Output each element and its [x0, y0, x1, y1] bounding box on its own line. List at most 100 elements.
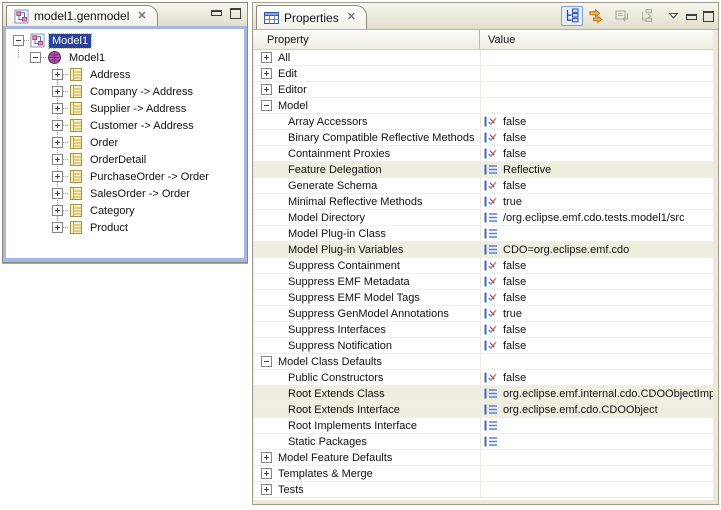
tree-item-label[interactable]: Model1: [49, 34, 91, 48]
property-row[interactable]: Feature DelegationReflective: [254, 162, 713, 178]
expand-plus-icon[interactable]: [261, 484, 272, 495]
tree-item[interactable]: Product: [6, 219, 244, 236]
tree-item-label[interactable]: Order: [87, 136, 121, 150]
property-row[interactable]: Public Constructorsfalse: [254, 370, 713, 386]
tree-item[interactable]: Category: [6, 202, 244, 219]
property-row[interactable]: Suppress EMF Model Tagsfalse: [254, 290, 713, 306]
expand-plus-icon[interactable]: [52, 188, 63, 199]
tree-item-label[interactable]: Category: [87, 204, 138, 218]
category-row[interactable]: Edit: [254, 66, 713, 82]
property-row[interactable]: Model Plug-in VariablesCDO=org.eclipse.e…: [254, 242, 713, 258]
value-cell[interactable]: CDO=org.eclipse.emf.cdo: [480, 242, 713, 257]
property-row[interactable]: Suppress GenModel Annotationstrue: [254, 306, 713, 322]
expand-plus-icon[interactable]: [261, 452, 272, 463]
maximize-icon[interactable]: [701, 6, 715, 26]
value-cell[interactable]: Reflective: [480, 162, 713, 177]
property-row[interactable]: Array Accessorsfalse: [254, 114, 713, 130]
property-row[interactable]: Root Extends Interfaceorg.eclipse.emf.cd…: [254, 402, 713, 418]
category-row[interactable]: Model Feature Defaults: [254, 450, 713, 466]
maximize-icon[interactable]: [230, 8, 241, 19]
tree-item-label[interactable]: OrderDetail: [87, 153, 149, 167]
value-cell[interactable]: [480, 418, 713, 433]
collapse-minus-icon[interactable]: [30, 52, 41, 63]
value-cell[interactable]: [480, 434, 713, 449]
tree-item[interactable]: Model1: [6, 32, 244, 49]
property-row[interactable]: Root Extends Classorg.eclipse.emf.intern…: [254, 386, 713, 402]
value-cell[interactable]: true: [480, 194, 713, 209]
property-row[interactable]: Root Implements Interface: [254, 418, 713, 434]
value-cell[interactable]: [480, 226, 713, 241]
tree-item-label[interactable]: Customer -> Address: [87, 119, 197, 133]
property-row[interactable]: Suppress Containmentfalse: [254, 258, 713, 274]
tree-item[interactable]: SalesOrder -> Order: [6, 185, 244, 202]
expand-plus-icon[interactable]: [52, 154, 63, 165]
expand-plus-icon[interactable]: [52, 205, 63, 216]
expand-plus-icon[interactable]: [52, 120, 63, 131]
category-row[interactable]: Tests: [254, 482, 713, 498]
tree-item[interactable]: Address: [6, 66, 244, 83]
category-row[interactable]: Model Class Defaults: [254, 354, 713, 370]
expand-plus-icon[interactable]: [261, 52, 272, 63]
tree-item[interactable]: Customer -> Address: [6, 117, 244, 134]
expand-plus-icon[interactable]: [261, 468, 272, 479]
minimize-icon[interactable]: [211, 8, 222, 16]
value-cell[interactable]: false: [480, 146, 713, 161]
tree-item[interactable]: Supplier -> Address: [6, 100, 244, 117]
property-row[interactable]: Containment Proxiesfalse: [254, 146, 713, 162]
expand-plus-icon[interactable]: [52, 222, 63, 233]
expand-plus-icon[interactable]: [52, 171, 63, 182]
tree-item-label[interactable]: Address: [87, 68, 133, 82]
category-row[interactable]: All: [254, 50, 713, 66]
close-icon[interactable]: ✕: [347, 12, 356, 23]
properties-tab[interactable]: Properties ✕: [256, 5, 367, 29]
value-cell[interactable]: org.eclipse.emf.internal.cdo.CDOObjectIm…: [480, 386, 713, 401]
collapse-minus-icon[interactable]: [261, 100, 272, 111]
tree-item[interactable]: Order: [6, 134, 244, 151]
tree-item-label[interactable]: PurchaseOrder -> Order: [87, 170, 212, 184]
tree-item-label[interactable]: Company -> Address: [87, 85, 196, 99]
value-cell[interactable]: org.eclipse.emf.cdo.CDOObject: [480, 402, 713, 417]
close-icon[interactable]: ✕: [137, 11, 146, 22]
value-cell[interactable]: false: [480, 338, 713, 353]
value-cell[interactable]: true: [480, 306, 713, 321]
value-cell[interactable]: false: [480, 114, 713, 129]
expand-plus-icon[interactable]: [52, 69, 63, 80]
expand-plus-icon[interactable]: [52, 86, 63, 97]
expand-plus-icon[interactable]: [52, 137, 63, 148]
value-cell[interactable]: false: [480, 322, 713, 337]
property-row[interactable]: Model Plug-in Class: [254, 226, 713, 242]
value-cell[interactable]: false: [480, 130, 713, 145]
category-row[interactable]: Templates & Merge: [254, 466, 713, 482]
property-row[interactable]: Suppress Notificationfalse: [254, 338, 713, 354]
collapse-minus-icon[interactable]: [261, 356, 272, 367]
value-cell[interactable]: /org.eclipse.emf.cdo.tests.model1/src: [480, 210, 713, 225]
column-header-property[interactable]: Property: [254, 30, 480, 49]
show-advanced-properties-icon[interactable]: [586, 6, 608, 26]
property-row[interactable]: Model Directory/org.eclipse.emf.cdo.test…: [254, 210, 713, 226]
tree-item-label[interactable]: SalesOrder -> Order: [87, 187, 193, 201]
minimize-icon[interactable]: [684, 6, 698, 26]
category-row[interactable]: Editor: [254, 82, 713, 98]
value-cell[interactable]: false: [480, 258, 713, 273]
property-row[interactable]: Minimal Reflective Methodstrue: [254, 194, 713, 210]
property-row[interactable]: Static Packages: [254, 434, 713, 450]
tree-item-label[interactable]: Product: [87, 221, 131, 235]
property-row[interactable]: Generate Schemafalse: [254, 178, 713, 194]
tree-item-label[interactable]: Model1: [66, 51, 108, 65]
tree-item-label[interactable]: Supplier -> Address: [87, 102, 189, 116]
tree-item[interactable]: Model1: [6, 49, 244, 66]
category-row[interactable]: Model: [254, 98, 713, 114]
tree-item[interactable]: OrderDetail: [6, 151, 244, 168]
value-cell[interactable]: false: [480, 274, 713, 289]
expand-plus-icon[interactable]: [261, 68, 272, 79]
tree-item[interactable]: Company -> Address: [6, 83, 244, 100]
tree-item[interactable]: PurchaseOrder -> Order: [6, 168, 244, 185]
editor-tab-model1-genmodel[interactable]: model1.genmodel ✕: [6, 5, 158, 26]
column-header-value[interactable]: Value: [480, 30, 713, 49]
property-row[interactable]: Suppress EMF Metadatafalse: [254, 274, 713, 290]
expand-plus-icon[interactable]: [52, 103, 63, 114]
value-cell[interactable]: false: [480, 178, 713, 193]
collapse-minus-icon[interactable]: [13, 35, 24, 46]
property-row[interactable]: Suppress Interfacesfalse: [254, 322, 713, 338]
value-cell[interactable]: false: [480, 290, 713, 305]
